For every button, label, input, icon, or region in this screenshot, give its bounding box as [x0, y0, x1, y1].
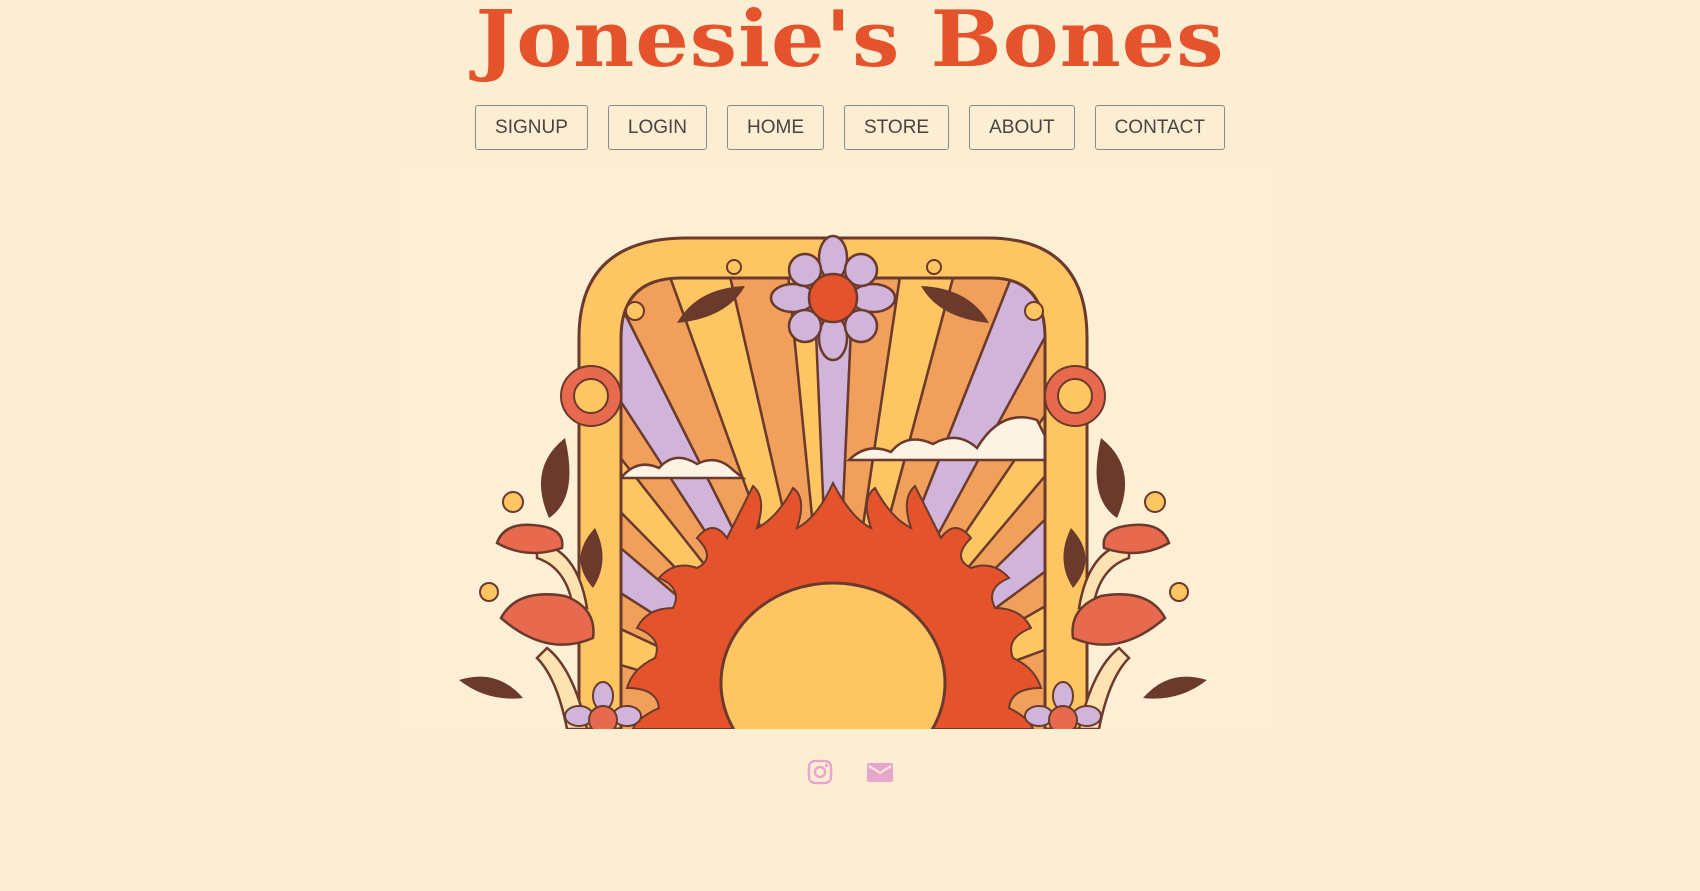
about-button[interactable]: ABOUT [969, 105, 1075, 150]
main-nav: SIGNUP LOGIN HOME STORE ABOUT CONTACT [0, 105, 1700, 150]
social-links [0, 758, 1700, 786]
signup-button[interactable]: SIGNUP [475, 105, 588, 150]
retro-sun-arch-illustration [459, 234, 1207, 729]
store-button[interactable]: STORE [844, 105, 950, 150]
hero-image [397, 168, 1269, 729]
instagram-icon[interactable] [806, 758, 834, 786]
site-title: Jonesie's Bones [475, 0, 1225, 85]
home-button[interactable]: HOME [727, 105, 824, 150]
contact-button[interactable]: CONTACT [1094, 105, 1225, 150]
mail-icon[interactable] [866, 758, 894, 786]
login-button[interactable]: LOGIN [607, 105, 707, 150]
